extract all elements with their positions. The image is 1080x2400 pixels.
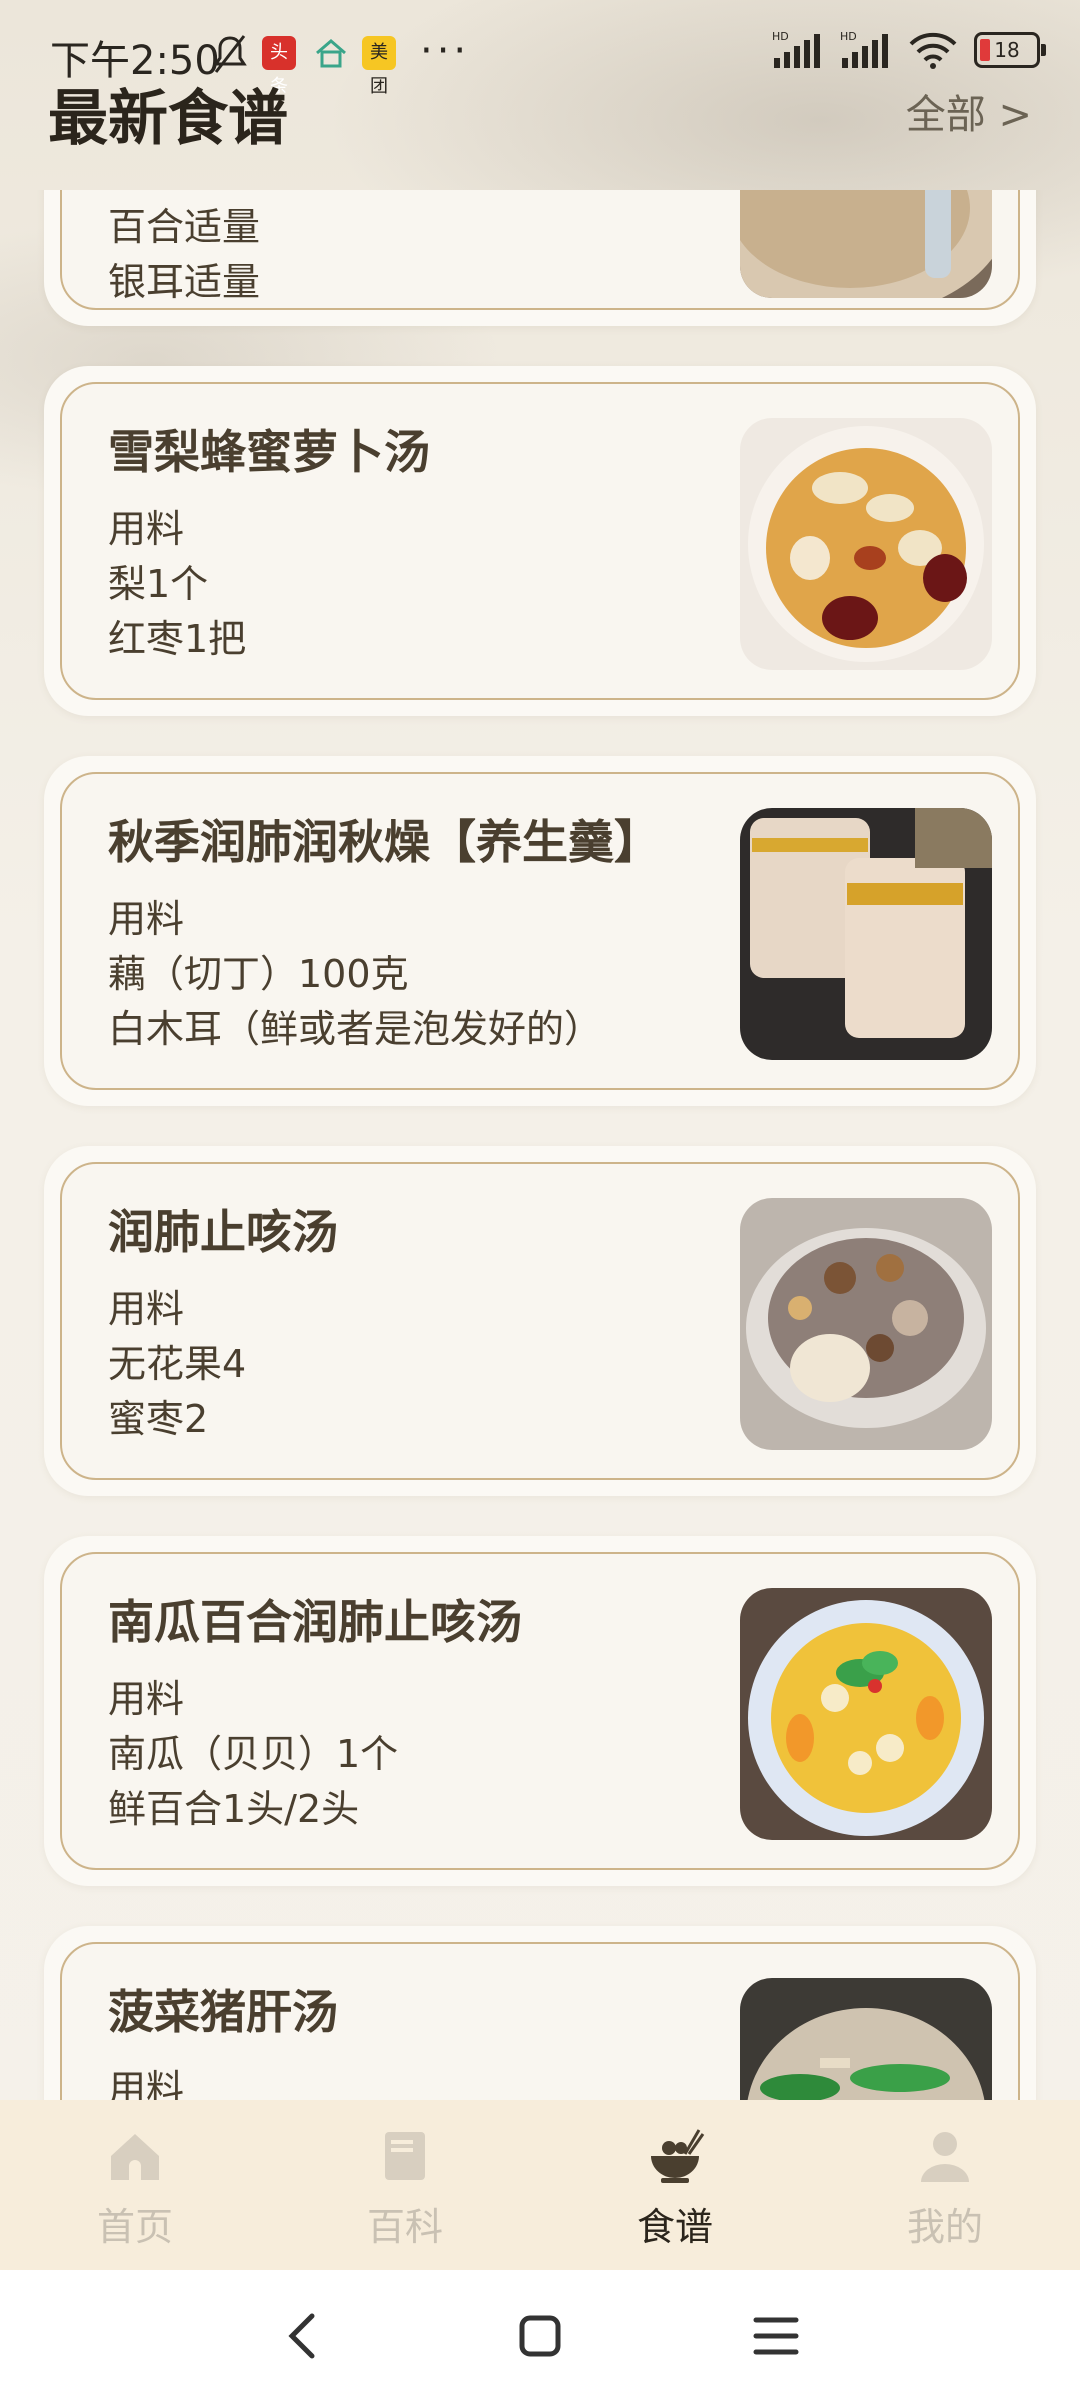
tab-label: 食谱 <box>636 2205 713 2249</box>
recipe-title: 南瓜百合润肺止咳汤 <box>108 1595 522 1649</box>
ingredient-line: 白木耳（鲜或者是泡发好的） <box>108 1007 603 1051</box>
recipe-ingredients: 用料 梨1个 红枣1把 <box>108 502 246 667</box>
recipe-image <box>740 1198 992 1450</box>
ingredient-line: 蜜枣2 <box>108 1397 209 1441</box>
svg-text:HD: HD <box>772 30 789 43</box>
ingredient-line: 用料 <box>108 2067 185 2100</box>
recipe-ingredients: 用料 藕（切丁）100克 白木耳（鲜或者是泡发好的） <box>108 892 602 1057</box>
ingredient-line: 红枣1把 <box>108 617 247 661</box>
svg-text:HD: HD <box>840 30 857 43</box>
tab-home[interactable]: 首页 <box>35 2116 235 2266</box>
recipe-ingredients: 百合适量 银耳适量 <box>108 200 260 310</box>
cellular-signal-icon: HD <box>772 30 820 68</box>
bottom-tab-bar: 首页 百科 食谱 我的 <box>0 2100 1080 2270</box>
book-icon <box>385 2132 425 2180</box>
see-all-link[interactable]: 全部 > <box>906 82 1032 140</box>
tab-profile[interactable]: 我的 <box>845 2116 1045 2266</box>
user-icon <box>921 2132 969 2182</box>
ingredient-line: 用料 <box>108 897 185 941</box>
ingredient-line: 用料 <box>108 507 185 551</box>
recipe-image <box>740 1978 992 2100</box>
battery-icon: 18 <box>974 32 1046 68</box>
page-title: 最新食谱 <box>48 84 288 154</box>
system-nav-bar <box>0 2270 1080 2400</box>
cellular-signal-2-icon: HD <box>840 30 888 68</box>
ingredient-line: 梨1个 <box>108 562 209 606</box>
ingredient-line: 百合适量 <box>108 205 261 249</box>
recipe-image <box>740 418 992 670</box>
tab-encyclopedia[interactable]: 百科 <box>305 2116 505 2266</box>
wifi-icon <box>909 32 957 69</box>
home-app-icon <box>316 39 346 68</box>
bowl-icon <box>651 2129 705 2183</box>
recipe-ingredients: 用料 无花果4 蜜枣2 <box>108 1282 246 1447</box>
ingredient-line: 南瓜（贝贝）1个 <box>108 1732 399 1776</box>
toutiao-app-icon: 头条 <box>262 36 296 97</box>
recipe-title: 润肺止咳汤 <box>108 1205 338 1259</box>
recipe-ingredients: 用料 <box>108 2062 184 2100</box>
home-icon <box>111 2134 159 2180</box>
tab-label: 首页 <box>96 2205 173 2249</box>
recipe-card[interactable]: 南瓜百合润肺止咳汤 用料 南瓜（贝贝）1个 鲜百合1头/2头 <box>44 1536 1036 1886</box>
ingredient-line: 鲜百合1头/2头 <box>108 1787 360 1831</box>
ingredient-line: 藕（切丁）100克 <box>108 952 409 996</box>
menu-icon[interactable] <box>746 2306 806 2366</box>
ingredient-line: 用料 <box>108 1677 185 1721</box>
recipe-list[interactable]: 百合适量 银耳适量 雪梨蜂蜜萝卜汤 用料 梨1个 红枣1把 秋季润肺润秋燥【养生… <box>0 190 1080 2100</box>
battery-level: 18 <box>994 38 1020 62</box>
recipe-image <box>740 190 992 298</box>
header: 最新食谱 全部 > <box>0 70 1080 190</box>
ingredient-line: 用料 <box>108 1287 185 1331</box>
recipe-title: 菠菜猪肝汤 <box>108 1985 338 2039</box>
recipe-card[interactable]: 百合适量 银耳适量 <box>44 190 1036 326</box>
back-icon[interactable] <box>274 2306 334 2366</box>
more-notifications-icon: ··· <box>420 28 471 74</box>
recipe-image <box>740 1588 992 1840</box>
recipe-card[interactable]: 润肺止咳汤 用料 无花果4 蜜枣2 <box>44 1146 1036 1496</box>
home-nav-icon[interactable] <box>510 2306 570 2366</box>
recipe-card[interactable]: 雪梨蜂蜜萝卜汤 用料 梨1个 红枣1把 <box>44 366 1036 716</box>
recipe-card[interactable]: 秋季润肺润秋燥【养生羹】 用料 藕（切丁）100克 白木耳（鲜或者是泡发好的） <box>44 756 1036 1106</box>
tab-recipes[interactable]: 食谱 <box>575 2116 775 2266</box>
tab-label: 百科 <box>366 2205 443 2249</box>
mute-bell-icon <box>213 35 247 73</box>
ingredient-line: 银耳适量 <box>108 260 261 304</box>
recipe-title: 秋季润肺润秋燥【养生羹】 <box>108 815 660 869</box>
ingredient-line: 无花果4 <box>108 1342 247 1386</box>
recipe-card[interactable]: 菠菜猪肝汤 用料 <box>44 1926 1036 2100</box>
recipe-ingredients: 用料 南瓜（贝贝）1个 鲜百合1头/2头 <box>108 1672 398 1837</box>
recipe-title: 雪梨蜂蜜萝卜汤 <box>108 425 430 479</box>
recipe-image <box>740 808 992 1060</box>
tab-label: 我的 <box>906 2205 983 2249</box>
meituan-app-icon: 美团 <box>362 36 396 97</box>
